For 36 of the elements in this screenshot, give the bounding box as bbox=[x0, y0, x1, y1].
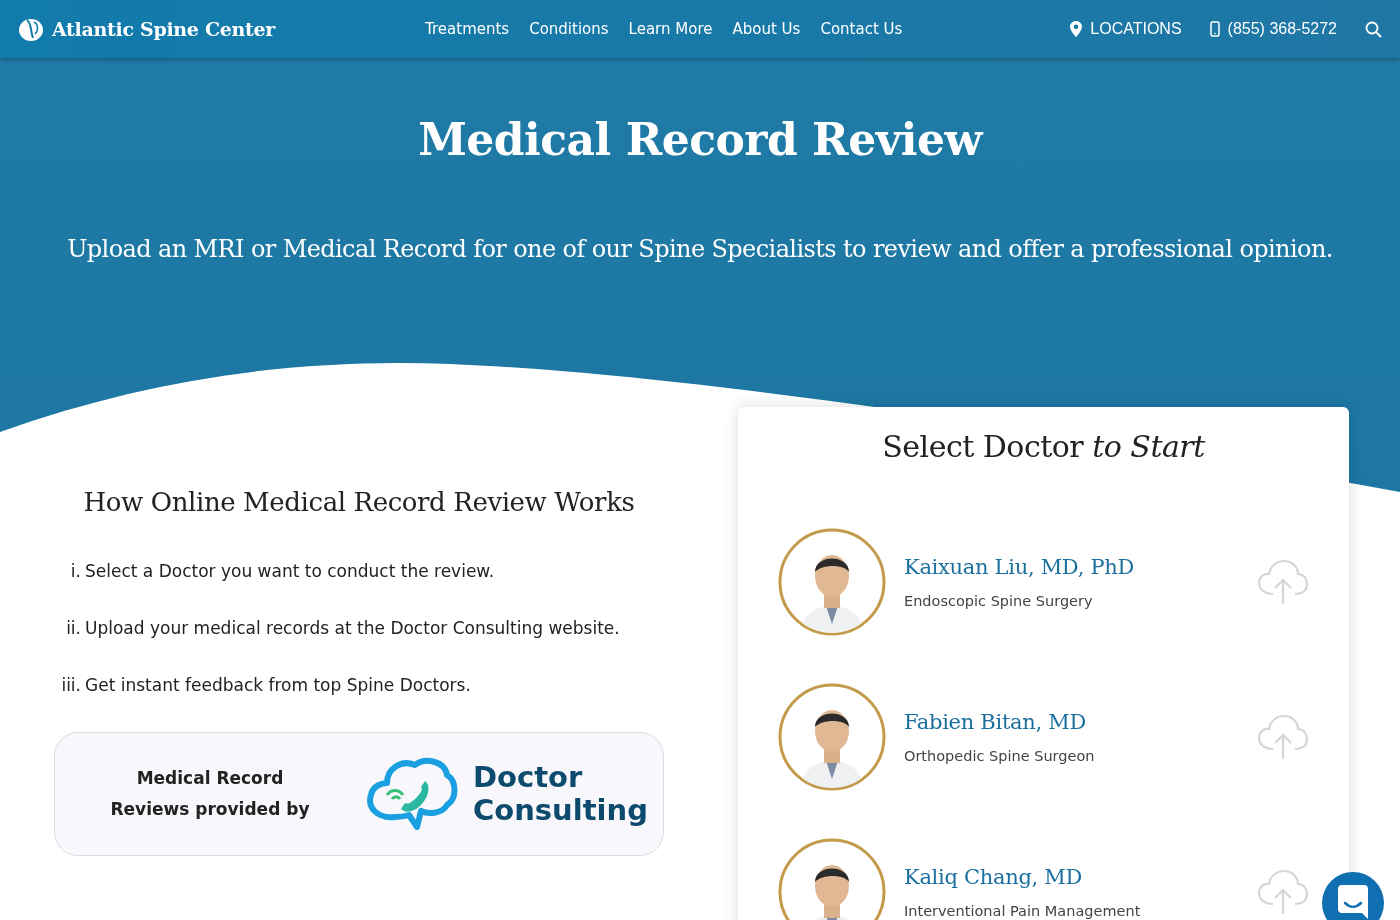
doctor-specialty: Endoscopic Spine Surgery bbox=[904, 593, 1094, 609]
step-number: i. bbox=[69, 561, 81, 581]
logo-icon bbox=[18, 16, 44, 42]
doctor-name[interactable]: Kaixuan Liu, MD, PhD bbox=[904, 555, 1257, 579]
nav-link[interactable]: Conditions bbox=[529, 20, 609, 38]
phone-icon bbox=[1209, 21, 1220, 37]
section-heading: How Online Medical Record Review Works bbox=[82, 487, 636, 517]
nav-link[interactable]: About Us bbox=[732, 20, 801, 38]
chat-button[interactable] bbox=[1322, 872, 1384, 920]
nav-link[interactable]: Treatments bbox=[425, 20, 510, 38]
nav-link[interactable]: Contact Us bbox=[820, 20, 903, 38]
upload-cloud-icon[interactable] bbox=[1257, 713, 1309, 761]
upload-cloud-icon[interactable] bbox=[1257, 558, 1309, 606]
hero-subtitle: Upload an MRI or Medical Record for one of our Spine Specialists to review and offer a professional opinion. bbox=[66, 235, 1334, 263]
chat-bubble-icon bbox=[1338, 885, 1368, 919]
phone-link[interactable]: (855) 368-5272 bbox=[1209, 20, 1337, 38]
map-pin-icon bbox=[1070, 21, 1083, 37]
step-number: ii. bbox=[65, 618, 81, 638]
brand-name: Doctor Consulting bbox=[473, 761, 648, 827]
nav-link[interactable]: Learn More bbox=[628, 20, 713, 38]
search-icon[interactable] bbox=[1365, 20, 1382, 38]
site-logo[interactable]: Atlantic Spine Center bbox=[18, 16, 276, 42]
page-title: Medical Record Review bbox=[417, 113, 985, 165]
upload-cloud-icon[interactable] bbox=[1257, 868, 1309, 916]
card-title: Select Doctor to Start bbox=[881, 429, 1207, 464]
step-text: Upload your medical records at the Doctor Consulting website. bbox=[85, 618, 621, 638]
provider-label: Medical Record Reviews provided by bbox=[109, 767, 311, 821]
doctor-name[interactable]: Fabien Bitan, MD bbox=[904, 710, 1257, 734]
doctor-specialty: Interventional Pain Management bbox=[904, 903, 1142, 919]
doctor-name[interactable]: Kaliq Chang, MD bbox=[904, 865, 1257, 889]
locations-link[interactable]: LOCATIONS bbox=[1070, 20, 1182, 38]
step-text: Get instant feedback from top Spine Doctors. bbox=[85, 675, 472, 695]
cloud-phone-logo-icon bbox=[365, 755, 459, 833]
doctor-specialty: Orthopedic Spine Surgeon bbox=[904, 748, 1096, 764]
step-text: Select a Doctor you want to conduct the review. bbox=[85, 561, 496, 581]
step-number: iii. bbox=[60, 675, 81, 695]
